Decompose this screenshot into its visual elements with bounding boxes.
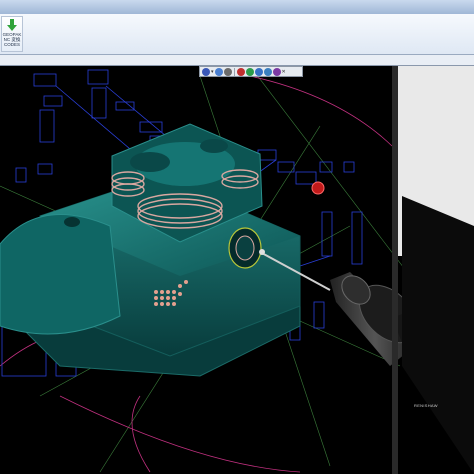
wireframe-icon[interactable] xyxy=(263,67,272,76)
probe-brand-label: RENISHAW xyxy=(414,403,438,408)
zoom-icon[interactable] xyxy=(223,67,232,76)
rotate-icon[interactable] xyxy=(214,67,223,76)
machined-part xyxy=(0,123,325,377)
view-toolbar[interactable]: ▾ ✕ xyxy=(199,66,303,77)
window-title-bar xyxy=(0,0,474,15)
shade-icon[interactable] xyxy=(254,67,263,76)
button-label-line3: CODES xyxy=(3,42,20,47)
cad-scene xyxy=(0,66,474,474)
ribbon-toolbar: GEOPAK NC 変換 CODES xyxy=(0,14,474,55)
render-icon[interactable] xyxy=(245,67,254,76)
geopak-nc-convert-button[interactable]: GEOPAK NC 変換 CODES xyxy=(1,16,23,52)
status-strip xyxy=(0,55,474,66)
toolbar-separator xyxy=(233,67,235,76)
3d-viewport[interactable]: ▾ ✕ RENISHAW xyxy=(0,66,474,474)
download-arrow-icon xyxy=(7,19,17,31)
color-icon[interactable] xyxy=(236,67,245,76)
view-icon[interactable] xyxy=(202,67,210,76)
probe-target-marker xyxy=(311,181,325,195)
close-icon[interactable]: ✕ xyxy=(282,68,286,76)
chevron-down-icon[interactable]: ▾ xyxy=(211,68,214,76)
probe-icon[interactable] xyxy=(272,67,281,76)
